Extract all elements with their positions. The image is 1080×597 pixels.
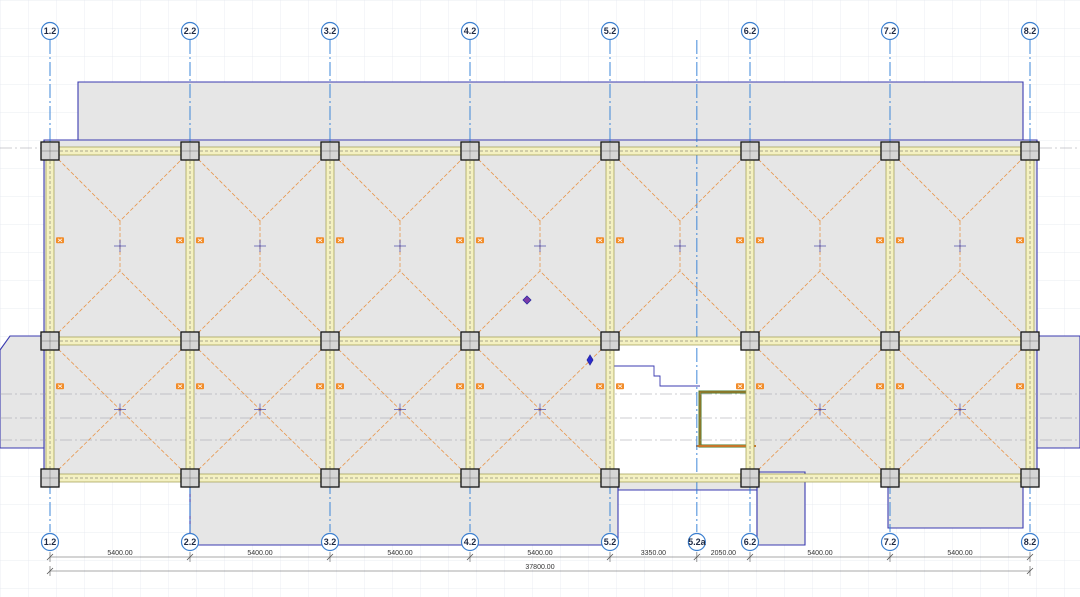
axis-bubble-bottom-2.2[interactable]: 2.2 xyxy=(180,532,200,552)
axis-bubble-bottom-4.2[interactable]: 4.2 xyxy=(460,532,480,552)
axis-label: 7.2 xyxy=(884,26,897,36)
dimension-value: 5400.00 xyxy=(247,550,272,557)
axis-label: 4.2 xyxy=(464,537,477,547)
slab-bottom-mid[interactable] xyxy=(756,471,806,546)
dimension-total-value: 37800.00 xyxy=(525,564,554,571)
stair-opening[interactable] xyxy=(614,342,756,480)
axis-bubble-bottom-6.2[interactable]: 6.2 xyxy=(740,532,760,552)
axis-bubble-top-2.2[interactable]: 2.2 xyxy=(180,21,200,41)
axis-label: 8.2 xyxy=(1024,26,1037,36)
axis-bubble-bottom-1.2[interactable]: 1.2 xyxy=(40,532,60,552)
axis-bubble-top-1.2[interactable]: 1.2 xyxy=(40,21,60,41)
dimension-value: 5400.00 xyxy=(107,550,132,557)
axis-label: 5.2a xyxy=(688,537,707,547)
slab-right-balcony[interactable] xyxy=(1036,335,1080,449)
axis-label: 6.2 xyxy=(744,537,757,547)
axis-bubble-top-8.2[interactable]: 8.2 xyxy=(1020,21,1040,41)
axis-bubble-bottom-7.2[interactable]: 7.2 xyxy=(880,532,900,552)
axis-label: 5.2 xyxy=(604,26,617,36)
drawing-canvas[interactable]: 1.2 2.2 3.2 4.2 5.2 6.2 7.2 8.2 1.2 2.2 3.2 4.2 5.2 5… xyxy=(0,0,1080,597)
axis-label: 4.2 xyxy=(464,26,477,36)
dimension-value: 5400.00 xyxy=(947,550,972,557)
axis-bubble-top-5.2[interactable]: 5.2 xyxy=(600,21,620,41)
axis-label: 3.2 xyxy=(324,26,337,36)
axis-bubble-bottom-8.2[interactable]: 8.2 xyxy=(1020,532,1040,552)
axis-label: 2.2 xyxy=(184,537,197,547)
slab-bottom-left[interactable] xyxy=(189,479,619,546)
axis-label: 8.2 xyxy=(1024,537,1037,547)
axis-label: 1.2 xyxy=(44,26,57,36)
axis-label: 5.2 xyxy=(604,537,617,547)
axis-bubble-bottom-5.2[interactable]: 5.2 xyxy=(600,532,620,552)
axis-label: 3.2 xyxy=(324,537,337,547)
axis-bubble-top-3.2[interactable]: 3.2 xyxy=(320,21,340,41)
dimension-value: 5400.00 xyxy=(527,550,552,557)
axis-bubble-top-7.2[interactable]: 7.2 xyxy=(880,21,900,41)
axis-bubble-top-4.2[interactable]: 4.2 xyxy=(460,21,480,41)
axis-label: 2.2 xyxy=(184,26,197,36)
axis-bubble-top-6.2[interactable]: 6.2 xyxy=(740,21,760,41)
dimension-value: 5400.00 xyxy=(387,550,412,557)
dimension-value: 3350.00 xyxy=(641,550,666,557)
dimension-value: 5400.00 xyxy=(807,550,832,557)
dimension-value: 2050.00 xyxy=(711,550,736,557)
slab-left-balcony[interactable] xyxy=(0,335,45,449)
slab-bottom-right[interactable] xyxy=(887,479,1024,529)
slab-top-extension[interactable] xyxy=(77,81,1024,141)
axis-label: 7.2 xyxy=(884,537,897,547)
axis-label: 6.2 xyxy=(744,26,757,36)
axis-label: 1.2 xyxy=(44,537,57,547)
axis-bubble-bottom-3.2[interactable]: 3.2 xyxy=(320,532,340,552)
